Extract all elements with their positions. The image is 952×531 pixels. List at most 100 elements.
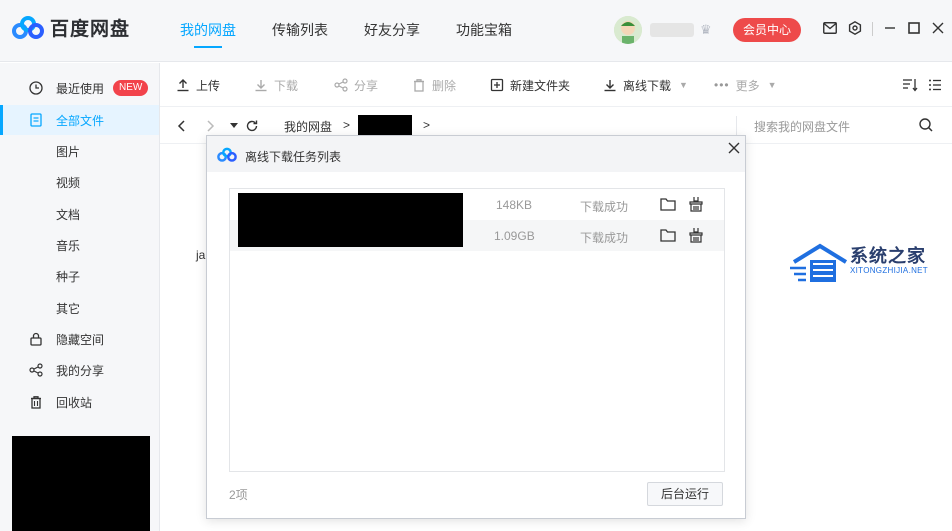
sidebar-item-others[interactable]: 其它 bbox=[0, 293, 159, 323]
main-nav: 我的网盘 传输列表 好友分享 功能宝箱 bbox=[180, 20, 548, 48]
open-folder-icon[interactable] bbox=[660, 228, 676, 245]
more-button[interactable]: ••• 更多 ▼ bbox=[714, 76, 777, 94]
share-button[interactable]: 分享 bbox=[334, 76, 378, 94]
sidebar-item-all-files[interactable]: 全部文件 bbox=[0, 105, 159, 135]
sidebar-item-music[interactable]: 音乐 bbox=[0, 230, 159, 260]
toolbar: 上传 下载 分享 删除 新建文件夹 离线下载 ▼ ••• 更多 ▼ bbox=[160, 63, 952, 107]
tab-friend-share[interactable]: 好友分享 bbox=[364, 20, 420, 44]
clear-task-icon[interactable] bbox=[688, 227, 704, 246]
search-icon[interactable] bbox=[918, 117, 934, 136]
clear-task-icon[interactable] bbox=[688, 196, 704, 215]
add-folder-icon bbox=[490, 78, 504, 92]
new-folder-button[interactable]: 新建文件夹 bbox=[490, 76, 570, 94]
settings-icon[interactable] bbox=[847, 20, 863, 36]
back-icon[interactable] bbox=[174, 118, 190, 134]
close-icon[interactable] bbox=[930, 20, 946, 36]
search-input[interactable]: 搜索我的网盘文件 bbox=[754, 118, 850, 135]
new-folder-label: 新建文件夹 bbox=[510, 78, 571, 93]
sidebar-item-torrents[interactable]: 种子 bbox=[0, 261, 159, 291]
offline-download-button[interactable]: 离线下载 ▼ bbox=[603, 76, 688, 94]
sidebar-item-documents[interactable]: 文档 bbox=[0, 199, 159, 229]
sidebar-item-label: 全部文件 bbox=[56, 113, 105, 128]
open-folder-icon[interactable] bbox=[660, 197, 676, 214]
breadcrumb-separator: > bbox=[343, 118, 351, 132]
sidebar-item-videos[interactable]: 视频 bbox=[0, 167, 159, 197]
tab-transfer-list[interactable]: 传输列表 bbox=[272, 20, 328, 44]
more-label: 更多 bbox=[735, 78, 760, 93]
task-list: 148KB 下载成功 1.09GB 下载成功 bbox=[229, 188, 725, 472]
task-count: 2项 bbox=[229, 488, 248, 502]
task-status: 下载成功 bbox=[580, 200, 629, 214]
upload-button[interactable]: 上传 bbox=[176, 76, 220, 94]
watermark-subtitle: XITONGZHIJIA.NET bbox=[850, 266, 928, 275]
download-icon bbox=[254, 78, 268, 92]
close-icon[interactable] bbox=[726, 140, 742, 156]
upload-icon bbox=[176, 78, 190, 92]
run-in-background-button[interactable]: 后台运行 bbox=[647, 482, 723, 506]
share-icon bbox=[334, 78, 348, 92]
crown-icon: ♛ bbox=[700, 22, 712, 37]
mail-icon[interactable] bbox=[822, 20, 838, 36]
sidebar-item-hidden-space[interactable]: 隐藏空间 bbox=[0, 324, 159, 354]
share-label: 分享 bbox=[354, 78, 379, 93]
baidu-netdisk-logo-icon bbox=[217, 147, 237, 162]
history-dropdown-icon[interactable] bbox=[226, 118, 242, 134]
redacted-panel bbox=[12, 436, 150, 531]
header-actions bbox=[822, 20, 872, 36]
file-name-partial: ja bbox=[196, 248, 206, 262]
breadcrumb-redacted bbox=[358, 115, 412, 137]
app-logo: 百度网盘 bbox=[12, 14, 130, 41]
upload-label: 上传 bbox=[196, 78, 221, 93]
sidebar-item-recent[interactable]: 最近使用 NEW bbox=[0, 73, 159, 103]
download-icon bbox=[603, 78, 617, 92]
user-info[interactable]: ♛ bbox=[614, 16, 712, 44]
trash-icon bbox=[28, 394, 44, 410]
dialog-title: 离线下载任务列表 bbox=[245, 150, 342, 164]
sidebar-item-recycle-bin[interactable]: 回收站 bbox=[0, 387, 159, 417]
maximize-icon[interactable] bbox=[906, 20, 922, 36]
sort-icon bbox=[902, 78, 918, 92]
username-redacted bbox=[650, 23, 694, 37]
chevron-down-icon: ▼ bbox=[767, 80, 777, 90]
task-size: 148KB bbox=[496, 198, 533, 212]
sidebar-item-images[interactable]: 图片 bbox=[0, 136, 159, 166]
avatar[interactable] bbox=[614, 16, 642, 44]
document-icon bbox=[28, 112, 44, 128]
download-button[interactable]: 下载 bbox=[254, 76, 298, 94]
dialog-header: 离线下载任务列表 bbox=[207, 136, 745, 172]
window-controls bbox=[882, 20, 952, 36]
chevron-down-icon: ▼ bbox=[679, 80, 688, 90]
trash-icon bbox=[412, 78, 426, 92]
watermark-title: 系统之家 bbox=[850, 246, 926, 266]
breadcrumb-root[interactable]: 我的网盘 bbox=[284, 118, 332, 135]
window-controls-divider bbox=[872, 22, 873, 36]
tab-toolbox[interactable]: 功能宝箱 bbox=[456, 20, 512, 44]
sidebar-item-my-share[interactable]: 我的分享 bbox=[0, 355, 159, 385]
sidebar: 最近使用 NEW 全部文件 图片 视频 文档 音乐 种子 其它 隐藏空间 我的分… bbox=[0, 63, 160, 531]
sidebar-item-label: 隐藏空间 bbox=[56, 332, 105, 347]
baidu-netdisk-logo-icon bbox=[12, 15, 44, 39]
more-dots-icon: ••• bbox=[714, 78, 730, 92]
share-icon bbox=[28, 362, 44, 378]
new-badge: NEW bbox=[113, 80, 149, 96]
task-names-redacted bbox=[238, 193, 463, 247]
refresh-icon[interactable] bbox=[244, 118, 260, 134]
lock-icon bbox=[28, 331, 44, 347]
sidebar-item-label: 最近使用 bbox=[56, 81, 105, 96]
task-status: 下载成功 bbox=[580, 231, 629, 245]
search-divider bbox=[736, 116, 737, 136]
minimize-icon[interactable] bbox=[882, 20, 898, 36]
watermark-house-icon bbox=[790, 243, 848, 282]
delete-button[interactable]: 删除 bbox=[412, 76, 456, 94]
app-name: 百度网盘 bbox=[50, 19, 131, 40]
tab-my-netdisk[interactable]: 我的网盘 bbox=[180, 20, 236, 48]
sort-button[interactable] bbox=[902, 76, 924, 94]
top-bar: 百度网盘 我的网盘 传输列表 好友分享 功能宝箱 ♛ 会员中心 bbox=[0, 0, 952, 62]
forward-icon[interactable] bbox=[202, 118, 218, 134]
offline-download-label: 离线下载 bbox=[623, 78, 672, 93]
vip-center-button[interactable]: 会员中心 bbox=[733, 18, 801, 42]
sidebar-item-label: 回收站 bbox=[56, 395, 93, 410]
list-view-button[interactable] bbox=[928, 76, 948, 94]
breadcrumb-separator: > bbox=[423, 118, 431, 132]
download-label: 下载 bbox=[274, 78, 299, 93]
